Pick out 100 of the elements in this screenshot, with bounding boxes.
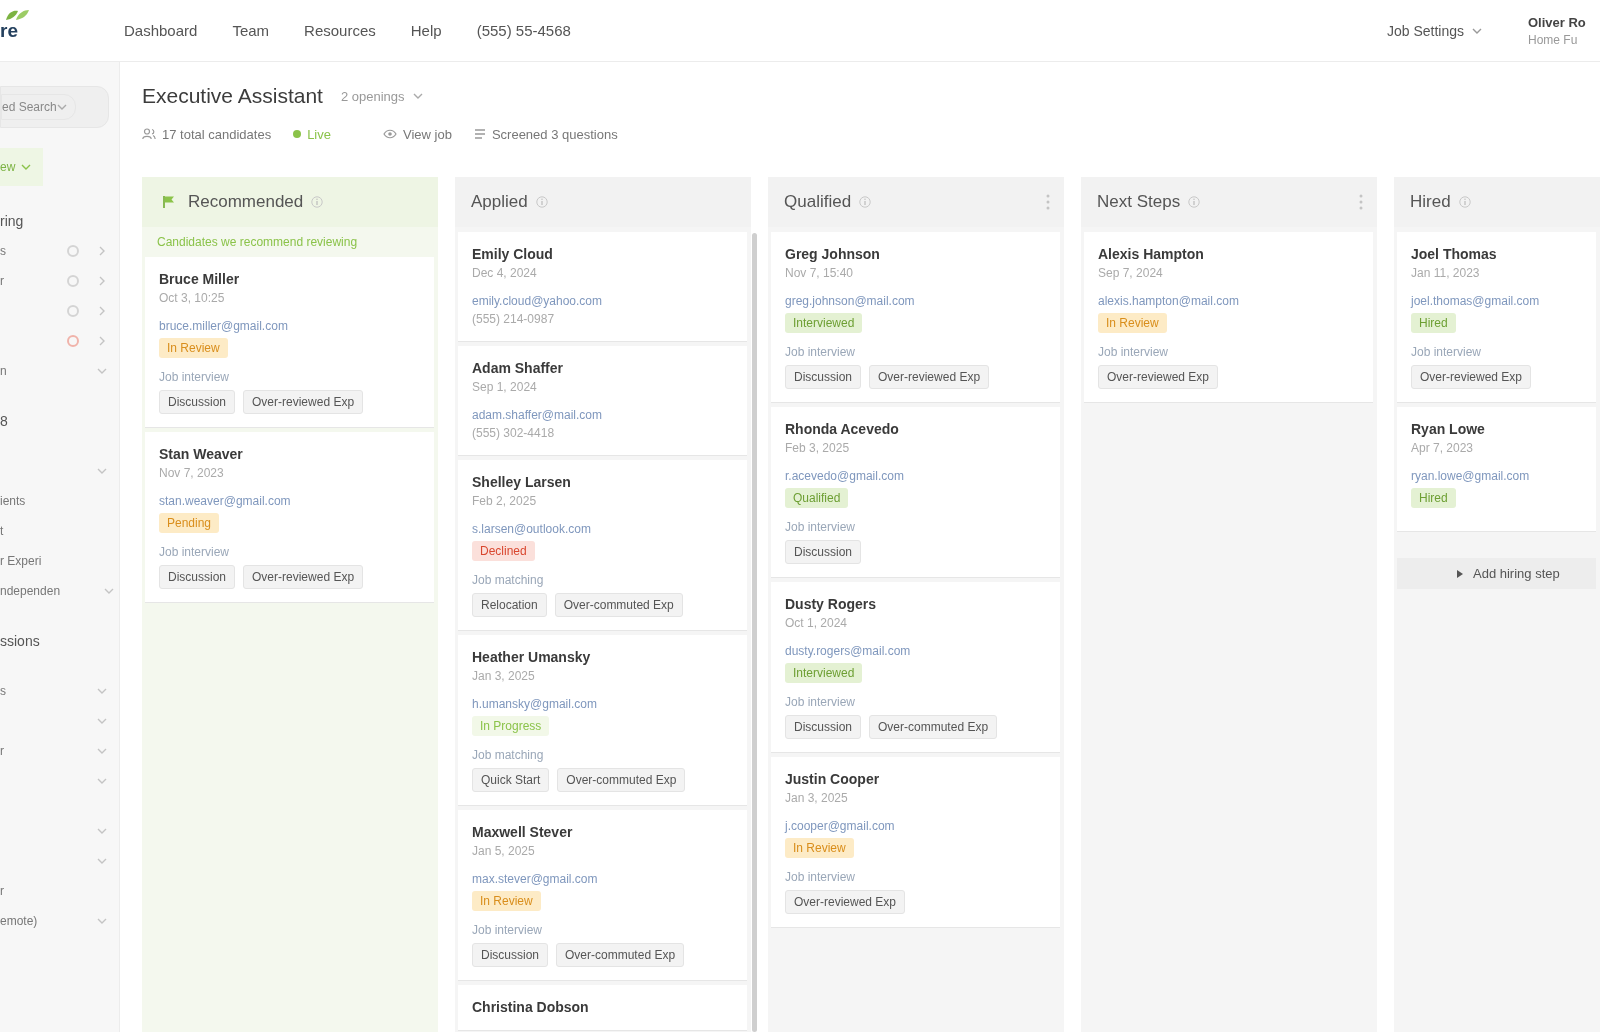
filter-option[interactable]: r Experi [0,554,42,568]
applied-date: Nov 7, 2023 [159,465,224,482]
nav-link[interactable]: Resources [304,22,376,39]
info-icon[interactable] [1188,196,1201,208]
chevron-icon[interactable] [97,368,107,374]
kebab-menu-icon[interactable] [1046,194,1050,210]
filter-label[interactable]: r [0,274,4,288]
leaf-logo-icon[interactable] [4,9,30,21]
job-settings-button[interactable]: Job Settings [1380,18,1488,43]
tag-chip: Relocation [472,593,547,617]
tag-chip: Quick Start [472,768,550,792]
user-company: Home Fu [1528,32,1579,47]
candidate-name[interactable]: Greg Johnson [785,244,880,264]
candidate-name[interactable]: Rhonda Acevedo [785,419,899,439]
candidate-card[interactable]: Alexis Hampton Sep 7, 2024 alexis.hampton@mail.com In Review Job interview Over-reviewed Exp [1084,232,1373,403]
info-icon[interactable] [859,196,872,208]
candidate-name[interactable]: Stan Weaver [159,444,243,464]
tag-chip: Over-reviewed Exp [869,365,990,389]
candidate-name[interactable]: Adam Shaffer [472,358,564,378]
stage-label: Job interview [785,519,856,536]
candidate-card[interactable]: Shelley Larsen Feb 2, 2025 s.larsen@outlook.com Declined Job matching Relocation Over-commuted Exp [458,460,747,631]
candidate-name[interactable]: Maxwell Stever [472,822,573,842]
status-badge: In Review [1098,313,1167,333]
tag-chip: Over-reviewed Exp [243,390,364,414]
user-name[interactable]: Oliver Ro [1528,14,1600,30]
filter-label[interactable]: s [0,684,6,698]
chevron-icon[interactable] [104,588,115,594]
nav-link[interactable]: (555) 55-4568 [476,22,571,39]
candidate-name[interactable]: Heather Umansky [472,647,591,667]
candidate-name[interactable]: Justin Cooper [785,769,880,789]
candidate-card[interactable]: Greg Johnson Nov 7, 15:40 greg.johnson@mail.com Interviewed Job interview Discussion Over-reviewed Exp [771,232,1060,403]
filter-option[interactable]: ients [0,494,26,508]
candidate-card[interactable]: Joel Thomas Jan 11, 2023 joel.thomas@gmail.com Hired Job interview Over-reviewed Exp [1397,232,1596,403]
filter-label[interactable]: r [0,744,4,758]
filter-label[interactable]: emote) [0,914,38,928]
candidate-card[interactable]: Christina Dobson [458,985,747,1031]
chevron-icon[interactable] [97,858,107,864]
chevron-icon[interactable] [99,336,105,346]
candidate-card[interactable]: Dusty Rogers Oct 1, 2024 dusty.rogers@mail.com Interviewed Job interview Discussion Over-commuted Exp [771,582,1060,753]
status-badge: In Review [159,338,228,358]
chevron-icon[interactable] [97,718,107,724]
applied-date: Jan 3, 2025 [472,668,535,685]
stage-label: Job interview [159,544,230,561]
job-meta-text[interactable]: Screened 3 questions [491,126,618,142]
scrollbar-thumb[interactable] [752,233,757,1032]
nav-link[interactable]: Dashboard [124,22,198,39]
chevron-icon[interactable] [99,246,105,256]
candidate-card[interactable]: Bruce Miller Oct 3, 10:25 bruce.miller@gmail.com In Review Job interview Discussion Over-reviewed Exp [145,257,434,428]
info-icon[interactable] [1458,196,1471,208]
kebab-menu-icon[interactable] [1359,194,1363,210]
chevron-icon[interactable] [97,778,107,784]
logo-text[interactable]: re [0,21,18,41]
candidate-name[interactable]: Dusty Rogers [785,594,877,614]
candidate-name[interactable]: Shelley Larsen [472,472,571,492]
applied-date: Jan 3, 2025 [785,790,848,807]
list-icon [473,129,486,139]
candidate-card[interactable]: Rhonda Acevedo Feb 3, 2025 r.acevedo@gmail.com Qualified Job interview Discussion [771,407,1060,578]
nav-link[interactable]: Team [232,22,270,39]
applied-date: Feb 3, 2025 [785,440,850,457]
candidate-card[interactable]: Heather Umansky Jan 3, 2025 h.umansky@gmail.com In Progress Job matching Quick Start Over-commuted Exp [458,635,747,806]
nav-link[interactable]: Help [410,22,442,39]
section-heading: ring [0,213,25,229]
candidate-card[interactable]: Justin Cooper Jan 3, 2025 j.cooper@gmail.com In Review Job interview Over-reviewed Exp [771,757,1060,928]
chevron-icon[interactable] [97,688,107,694]
filter-label[interactable]: s [0,244,6,258]
candidate-name[interactable]: Emily Cloud [472,244,553,264]
add-step-button[interactable]: Add hiring step [1397,558,1596,589]
chevron-icon[interactable] [97,828,107,834]
tag-chip: Discussion [472,943,549,967]
applied-date: Jan 11, 2023 [1411,265,1480,282]
job-meta-text[interactable]: View job [403,126,452,142]
candidate-name[interactable]: Joel Thomas [1411,244,1497,264]
chevron-icon[interactable] [97,468,107,474]
chevron-icon[interactable] [97,748,107,754]
status-badge: Declined [472,541,535,561]
column-title: Applied [471,192,528,212]
status-badge: Pending [159,513,220,533]
candidate-name[interactable]: Alexis Hampton [1098,244,1204,264]
info-icon[interactable] [535,196,548,208]
candidate-card[interactable]: Emily Cloud Dec 4, 2024 emily.cloud@yahoo.com (555) 214-0987 [458,232,747,342]
chevron-icon[interactable] [97,918,107,924]
status-badge: Hired [1411,488,1456,508]
status-badge: Interviewed [785,313,863,333]
candidate-card[interactable]: Adam Shaffer Sep 1, 2024 adam.shaffer@mail.com (555) 302-4418 [458,346,747,456]
chevron-icon[interactable] [99,276,105,286]
filter-option[interactable]: t [0,524,4,538]
tag-chip: Over-reviewed Exp [1098,365,1219,389]
candidate-card[interactable]: Maxwell Stever Jan 5, 2025 max.stever@gmail.com In Review Job interview Discussion Over-commuted Exp [458,810,747,981]
filter-option[interactable]: r [0,884,4,898]
filter-label[interactable]: n [0,364,7,378]
job-meta-text: 17 total candidates [162,126,272,142]
candidate-card[interactable]: Ryan Lowe Apr 7, 2023 ryan.lowe@gmail.com Hired [1397,407,1596,532]
candidate-name[interactable]: Bruce Miller [159,269,240,289]
stage-label: Job interview [472,922,543,939]
filter-label[interactable]: ndependen [0,584,61,598]
candidate-card[interactable]: Stan Weaver Nov 7, 2023 stan.weaver@gmail.com Pending Job interview Discussion Over-reviewed Exp [145,432,434,603]
candidate-name[interactable]: Ryan Lowe [1411,419,1485,439]
chevron-icon[interactable] [99,306,105,316]
info-icon[interactable] [311,196,324,208]
candidate-name[interactable]: Christina Dobson [472,997,589,1017]
